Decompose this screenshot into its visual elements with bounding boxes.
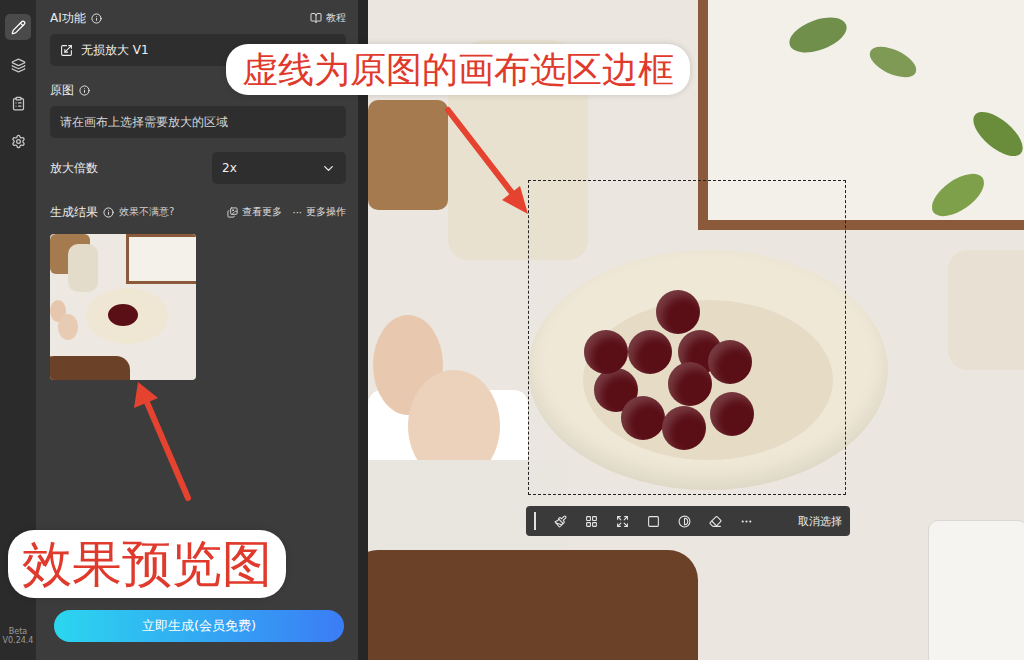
toolbar-button[interactable] bbox=[554, 515, 567, 528]
toolbar-handle[interactable] bbox=[534, 512, 536, 530]
rail-button[interactable] bbox=[5, 90, 31, 116]
contrast-icon bbox=[678, 515, 691, 528]
toolbar-button[interactable] bbox=[616, 515, 629, 528]
thumb-frame bbox=[126, 234, 196, 284]
section-label: 原图 bbox=[50, 82, 90, 99]
thumb-egg bbox=[58, 314, 78, 340]
wicker-basket bbox=[368, 100, 448, 210]
section-label: 生成结果效果不满意? bbox=[50, 204, 174, 221]
plant-pot bbox=[948, 250, 1024, 370]
cancel-selection-button[interactable]: 取消选择 bbox=[798, 514, 842, 529]
arrow-icon bbox=[448, 110, 528, 214]
scale-select[interactable]: 2x bbox=[212, 152, 346, 184]
ai-function-header: AI功能 教程 bbox=[50, 8, 346, 28]
square-icon bbox=[647, 515, 660, 528]
generate-button[interactable]: 立即生成(会员免费) bbox=[54, 610, 344, 642]
brush-icon bbox=[554, 515, 567, 528]
wooden-board bbox=[368, 550, 698, 660]
cherry bbox=[668, 362, 712, 406]
rail-button[interactable] bbox=[5, 52, 31, 78]
annotation-label: 虚线为原图的画布选区边框 bbox=[226, 44, 690, 95]
source-field[interactable]: 请在画布上选择需要放大的区域 bbox=[50, 106, 346, 138]
annotation-label: 效果预览图 bbox=[8, 530, 286, 598]
eraser-icon bbox=[709, 515, 722, 528]
cherry bbox=[708, 340, 752, 384]
cherry bbox=[584, 330, 628, 374]
selection-toolbar: 取消选择 bbox=[526, 506, 850, 536]
more-actions-link[interactable]: ···更多操作 bbox=[292, 205, 346, 219]
section-label: 放大倍数 bbox=[50, 160, 98, 177]
toolbar-button[interactable] bbox=[709, 515, 722, 528]
app-window: BetaV0.24.4AI功能教程无损放大 V1原图请在画布上选择需要放大的区域… bbox=[0, 0, 1024, 660]
toolbar-button[interactable] bbox=[647, 515, 660, 528]
scale-icon bbox=[60, 44, 73, 57]
selection-frame[interactable] bbox=[528, 180, 846, 495]
rail-button[interactable] bbox=[5, 128, 31, 154]
cherry bbox=[656, 290, 700, 334]
layers-icon bbox=[11, 58, 26, 73]
expand-icon bbox=[616, 515, 629, 528]
toolbar-button[interactable] bbox=[678, 515, 691, 528]
tutorial-link[interactable]: 教程 bbox=[310, 11, 346, 25]
cherry bbox=[662, 406, 706, 450]
cherry bbox=[621, 396, 665, 440]
results-header: 生成结果效果不满意? 查看更多 ···更多操作 bbox=[50, 202, 346, 222]
images-icon bbox=[227, 207, 238, 218]
ellipsis-icon bbox=[740, 515, 753, 528]
cherry bbox=[710, 392, 754, 436]
image-canvas[interactable]: 取消选择 bbox=[368, 0, 1024, 660]
view-more-link[interactable]: 查看更多 bbox=[227, 205, 282, 219]
rail-button[interactable] bbox=[5, 14, 31, 40]
hint-link[interactable]: 效果不满意? bbox=[119, 205, 174, 219]
grid-icon bbox=[585, 515, 598, 528]
cherry bbox=[628, 330, 672, 374]
info-icon bbox=[103, 207, 114, 218]
water-glass bbox=[928, 520, 1024, 660]
thumb-board bbox=[50, 356, 130, 380]
clipboard-icon bbox=[11, 96, 26, 111]
book-icon bbox=[310, 12, 322, 24]
section-label: AI功能 bbox=[50, 10, 102, 27]
chevron-down-icon bbox=[321, 161, 336, 176]
version-label: BetaV0.24.4 bbox=[3, 627, 34, 646]
info-icon bbox=[79, 85, 90, 96]
toolbar-button[interactable] bbox=[740, 515, 753, 528]
settings-icon bbox=[11, 134, 26, 149]
arrow-icon bbox=[134, 382, 188, 498]
toolbar-button[interactable] bbox=[585, 515, 598, 528]
thumb-cherries bbox=[108, 304, 138, 326]
scale-row: 放大倍数 2x bbox=[50, 152, 346, 184]
edit-icon bbox=[11, 20, 26, 35]
panel-divider bbox=[358, 0, 368, 660]
info-icon bbox=[91, 13, 102, 24]
result-thumbnail[interactable] bbox=[50, 234, 196, 380]
thumb-jar bbox=[68, 244, 98, 292]
